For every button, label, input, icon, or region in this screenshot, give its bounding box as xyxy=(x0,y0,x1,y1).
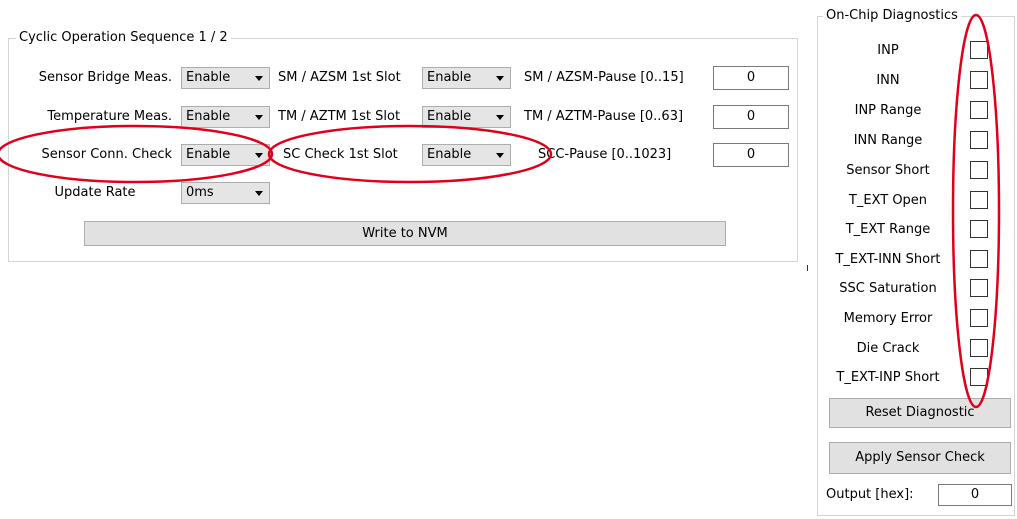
annotation-ellipse-diagnostics xyxy=(951,13,1001,409)
annotation-overlay xyxy=(0,13,1001,409)
annotation-ellipse-sc-check xyxy=(267,124,553,184)
annotation-ellipse-sensor-conn xyxy=(0,124,274,184)
